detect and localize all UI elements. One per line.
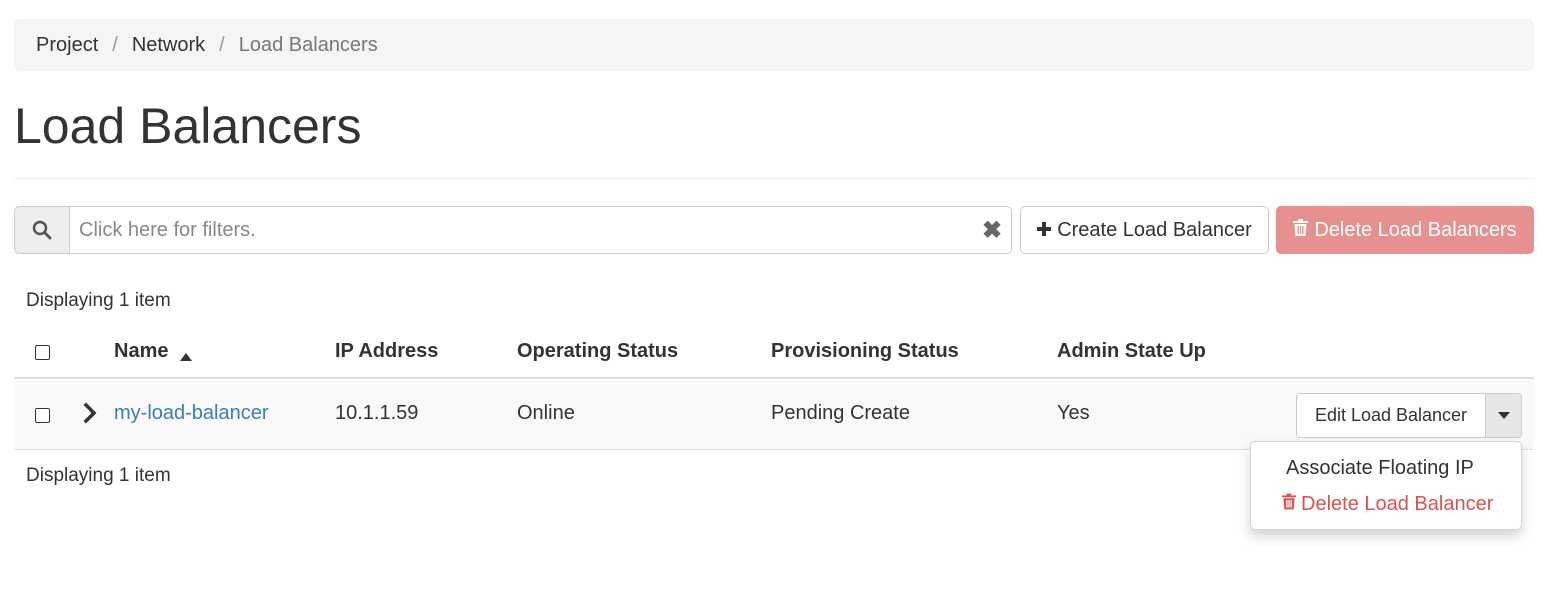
breadcrumb: Project / Network / Load Balancers [14,19,1534,71]
close-icon[interactable]: ✖ [973,207,1011,253]
admin-state-up-cell: Yes [1057,402,1090,424]
caret-down-icon[interactable] [1485,394,1521,437]
select-all-checkbox[interactable] [35,345,50,360]
breadcrumb-project[interactable]: Project [36,34,98,57]
column-header-operating-status[interactable]: Operating Status [517,340,678,363]
trash-icon [1293,218,1309,242]
search-icon[interactable] [15,207,70,253]
table-row: my-load-balancer 10.1.1.59 Online Pendin… [14,380,1534,450]
load-balancer-name-link[interactable]: my-load-balancer [114,402,269,424]
delete-load-balancers-label: Delete Load Balancers [1314,218,1517,241]
delete-load-balancer-menu-item[interactable]: Delete Load Balancer [1282,493,1493,516]
breadcrumb-separator: / [112,33,118,56]
item-count-footer: Displaying 1 item [26,465,171,486]
provisioning-status-cell: Pending Create [771,402,910,424]
trash-icon [1282,493,1296,516]
plus-icon [1037,219,1052,242]
breadcrumb-network[interactable]: Network [132,34,205,57]
create-load-balancer-label: Create Load Balancer [1057,218,1252,241]
column-header-ip-address[interactable]: IP Address [335,340,438,363]
item-count: Displaying 1 item [26,290,171,311]
operating-status-cell: Online [517,402,575,424]
associate-floating-ip-menu-item[interactable]: Associate Floating IP [1286,457,1474,480]
title-divider [14,178,1534,179]
breadcrumb-separator: / [219,33,225,56]
table-header: Name IP Address Operating Status Provisi… [14,328,1534,379]
edit-load-balancer-button[interactable]: Edit Load Balancer [1297,394,1485,437]
column-header-provisioning-status[interactable]: Provisioning Status [771,340,959,363]
column-header-admin-state-up[interactable]: Admin State Up [1057,340,1206,363]
filter-group: ✖ [14,206,1012,254]
row-actions-group: Edit Load Balancer [1296,393,1522,438]
row-actions-dropdown-menu: Associate Floating IP Delete Load Balanc… [1250,441,1522,530]
breadcrumb-load-balancers: Load Balancers [238,33,378,56]
delete-load-balancers-button[interactable]: Delete Load Balancers [1276,206,1534,254]
create-load-balancer-button[interactable]: Create Load Balancer [1020,206,1269,254]
column-header-name[interactable]: Name [114,340,193,367]
ip-address-cell: 10.1.1.59 [335,402,419,424]
sort-ascending-icon [180,344,193,367]
filter-input[interactable] [70,207,973,253]
row-checkbox[interactable] [35,408,50,423]
page-title: Load Balancers [14,98,362,154]
chevron-right-icon[interactable] [82,402,98,424]
